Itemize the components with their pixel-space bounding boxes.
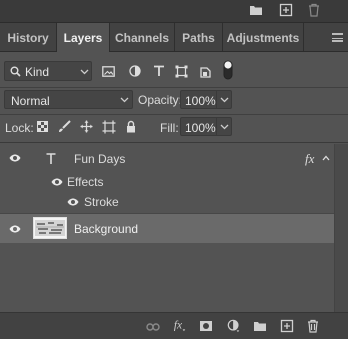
filter-toggle-icon[interactable] [223, 60, 233, 80]
layer-row-background[interactable]: Background [0, 214, 334, 243]
bottom-toolbar: fx [0, 312, 348, 339]
tab-channels[interactable]: Channels [110, 23, 174, 51]
chevron-up-icon[interactable] [322, 155, 330, 161]
divider [0, 114, 348, 115]
lock-all-icon[interactable] [126, 120, 136, 133]
layer-thumbnail [33, 217, 67, 239]
lock-transparent-icon[interactable] [37, 121, 48, 132]
tab-adjustments[interactable]: Adjustments [223, 23, 303, 51]
layer-row-fun-days[interactable]: Fun Days fx [0, 144, 334, 172]
fill-label: Fill: [160, 121, 179, 135]
search-icon [10, 66, 21, 77]
tab-separator [303, 23, 304, 51]
panel-top-strip [0, 0, 348, 23]
fill-value: 100% [185, 121, 216, 135]
add-mask-icon[interactable] [199, 319, 213, 333]
lock-label: Lock: [5, 121, 34, 135]
tab-bar: History Layers Channels Paths Adjustment… [0, 23, 348, 52]
layer-name: Background [74, 222, 139, 236]
smart-object-filter-icon[interactable] [200, 65, 212, 78]
group-folder-icon[interactable] [253, 319, 267, 333]
tab-paths[interactable]: Paths [175, 23, 222, 51]
stroke-label: Stroke [84, 195, 119, 209]
layers-list: Fun Days fx Effects Stroke Background [0, 144, 348, 312]
tab-layers[interactable]: Layers [57, 23, 109, 52]
filter-kind-select[interactable]: Kind [4, 61, 92, 81]
opacity-label: Opacity: [138, 93, 183, 107]
fx-icon[interactable]: fx [305, 151, 314, 167]
divider [0, 87, 348, 88]
new-layer-icon[interactable] [279, 3, 293, 17]
chevron-down-icon [120, 97, 129, 103]
fill-field[interactable]: 100% [180, 117, 232, 136]
tab-history[interactable]: History [0, 23, 56, 51]
layer-effect-stroke-row[interactable]: Stroke [0, 193, 334, 212]
lock-artboard-icon[interactable] [102, 120, 116, 134]
chevron-down-icon[interactable] [220, 124, 229, 130]
adjustment-filter-icon[interactable] [129, 65, 141, 77]
trash-icon[interactable] [307, 3, 321, 17]
image-filter-icon[interactable] [102, 66, 115, 77]
chevron-down-icon[interactable] [220, 97, 229, 103]
eye-icon[interactable] [9, 154, 21, 162]
blend-mode-select[interactable]: Normal [4, 90, 133, 109]
eye-icon[interactable] [9, 225, 21, 233]
chevron-down-icon [80, 69, 89, 75]
trash-icon[interactable] [306, 319, 320, 333]
adjustment-layer-icon[interactable] [227, 319, 241, 333]
lock-pixels-icon[interactable] [58, 120, 71, 133]
new-layer-icon[interactable] [280, 319, 294, 333]
link-layers-icon[interactable] [146, 320, 160, 334]
lock-position-icon[interactable] [80, 120, 93, 133]
panel-menu-icon[interactable] [332, 33, 343, 42]
folder-icon[interactable] [249, 3, 263, 17]
opacity-field[interactable]: 100% [180, 90, 232, 109]
blend-mode-value: Normal [11, 94, 50, 108]
layers-scrollbar[interactable] [334, 144, 348, 312]
filter-kind-label: Kind [25, 65, 50, 79]
eye-icon[interactable] [67, 198, 79, 206]
effects-label: Effects [67, 175, 104, 189]
opacity-value: 100% [185, 94, 216, 108]
type-filter-icon[interactable] [153, 65, 165, 77]
layer-effects-row[interactable]: Effects [0, 173, 334, 192]
eye-icon[interactable] [51, 178, 63, 186]
svg-text:fx: fx [174, 320, 182, 332]
shape-filter-icon[interactable] [175, 65, 188, 78]
layer-name: Fun Days [74, 152, 126, 166]
fx-icon[interactable]: fx [173, 318, 187, 332]
text-layer-icon [46, 153, 56, 164]
divider [0, 142, 348, 143]
